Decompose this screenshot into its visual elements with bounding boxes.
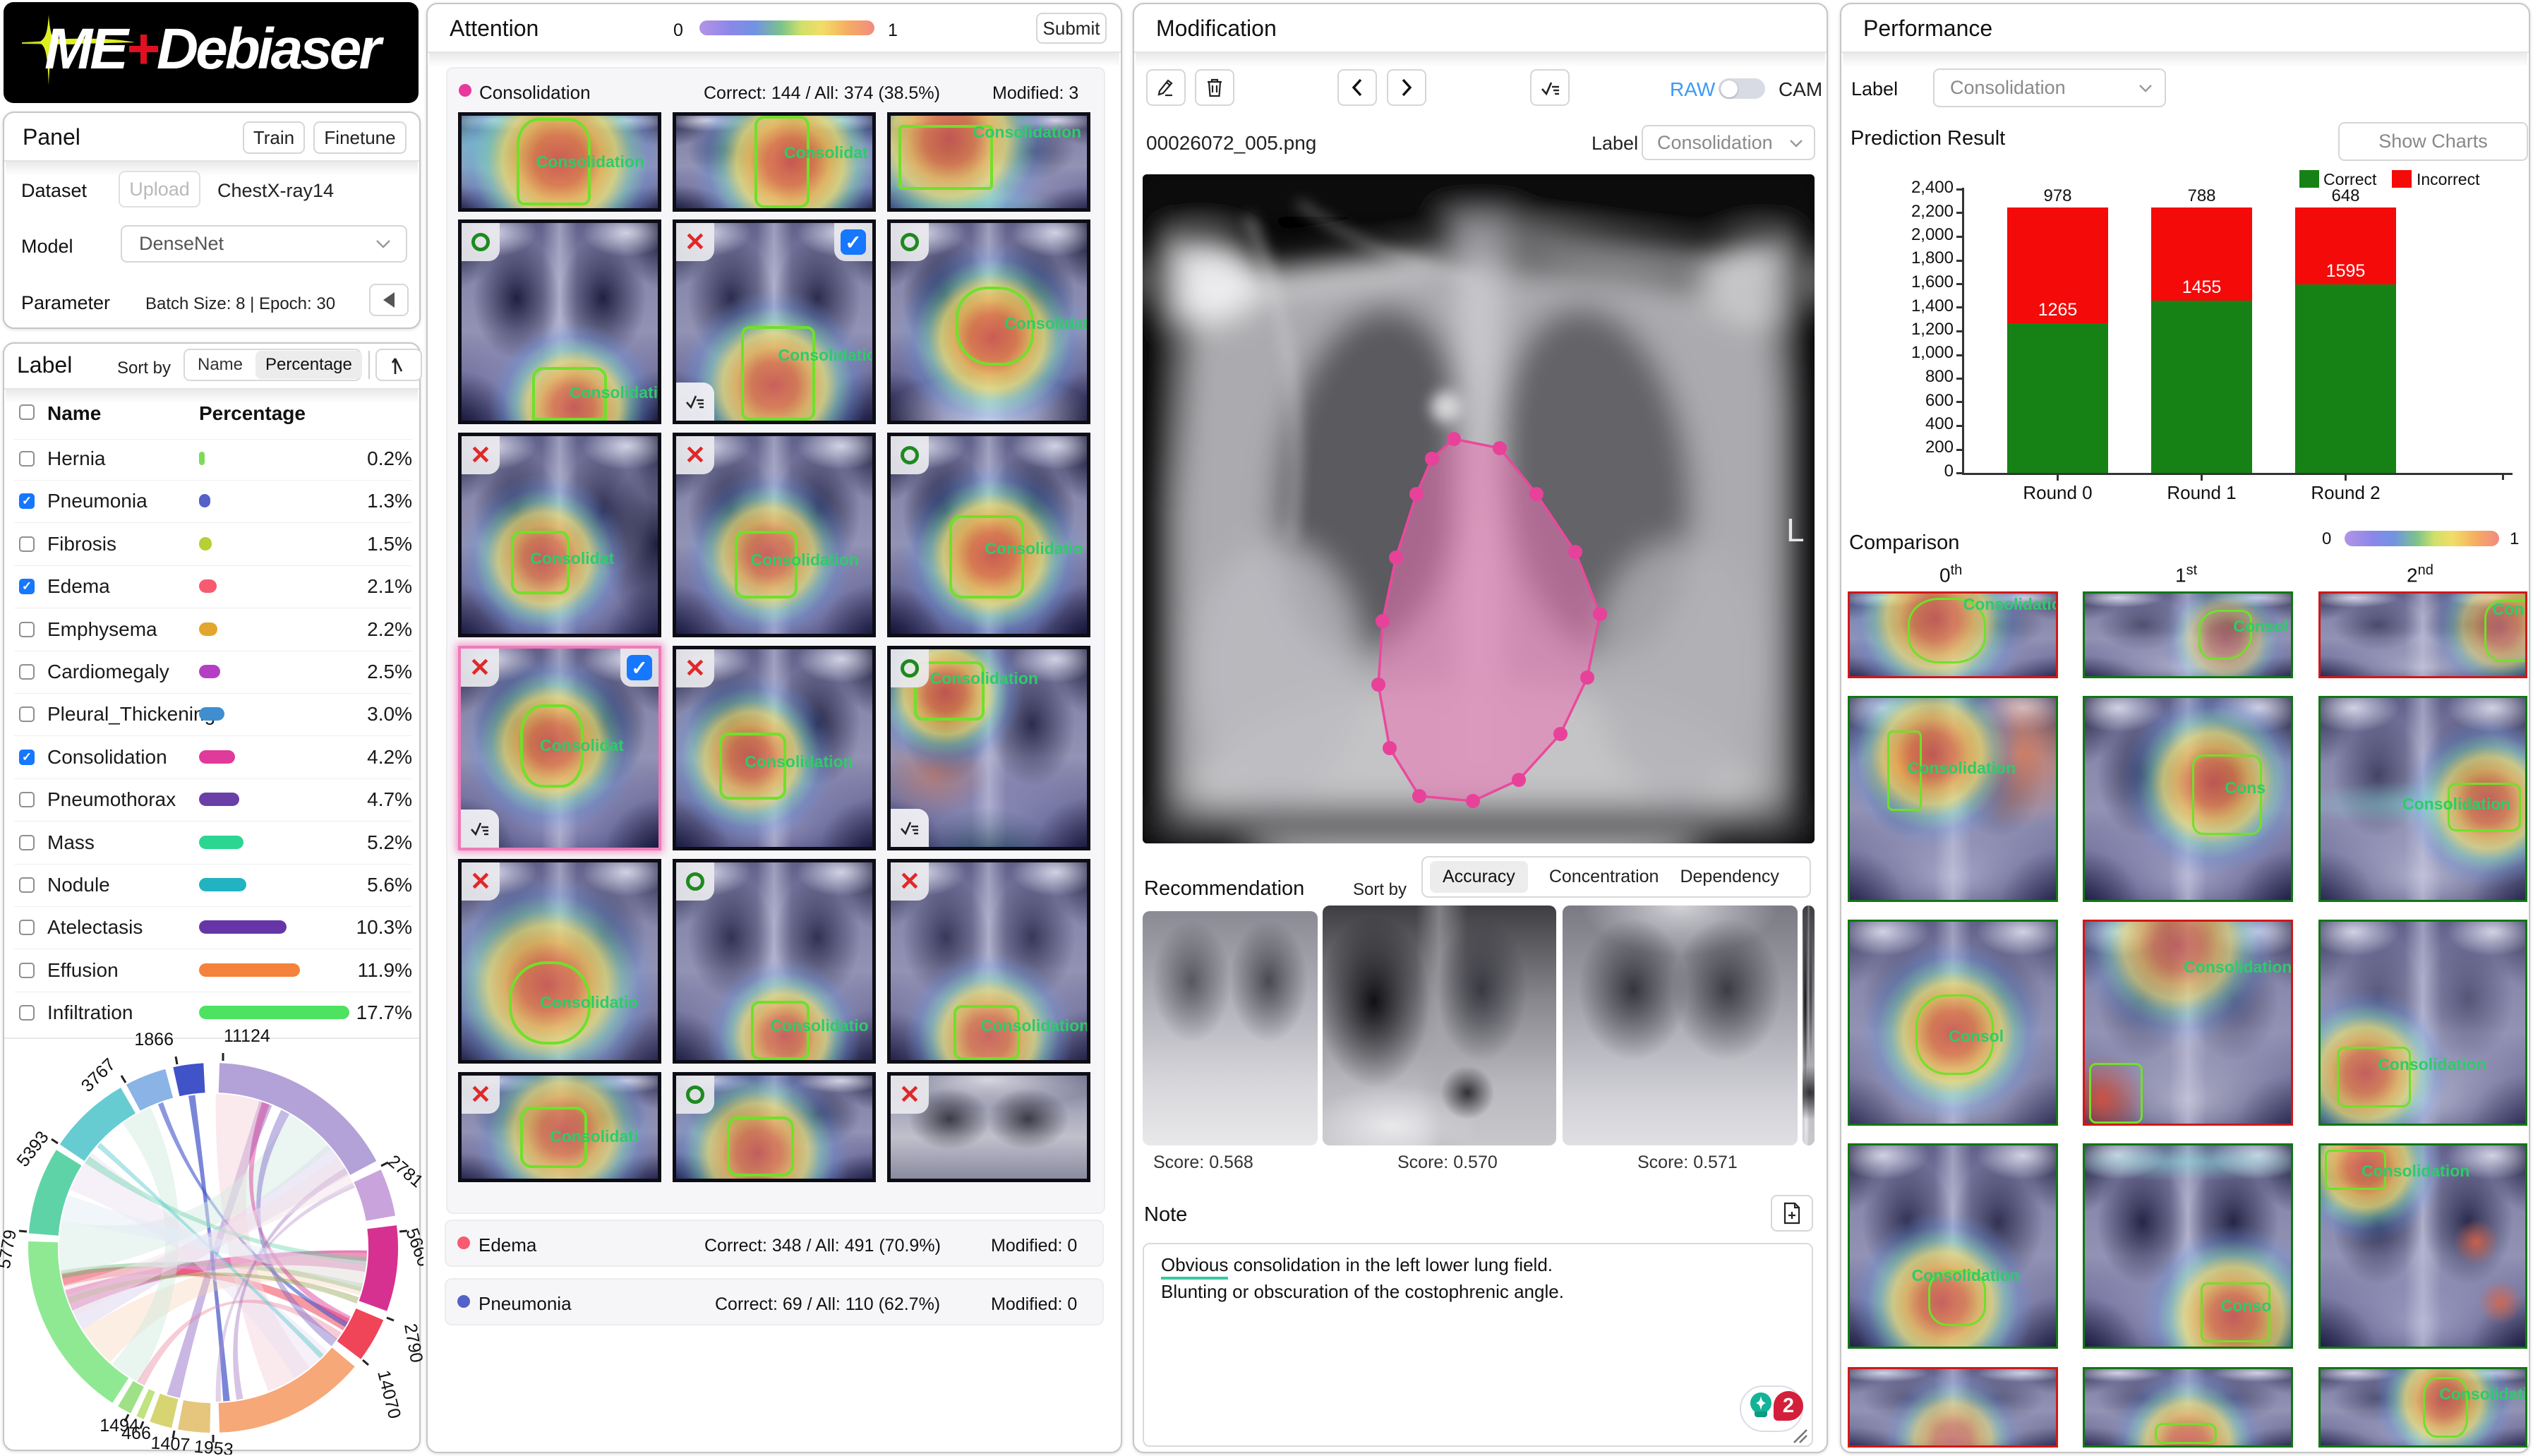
- svg-text:1407: 1407: [150, 1433, 191, 1455]
- svg-text:14070: 14070: [373, 1368, 404, 1421]
- svg-text:5393: 5393: [13, 1127, 52, 1170]
- svg-text:11124: 11124: [224, 1027, 270, 1046]
- svg-text:L: L: [1786, 512, 1805, 548]
- svg-text:1494: 1494: [100, 1416, 139, 1436]
- svg-text:2781: 2781: [384, 1151, 423, 1191]
- svg-text:5660: 5660: [402, 1225, 423, 1269]
- svg-text:1953: 1953: [193, 1437, 234, 1455]
- svg-text:3767: 3767: [78, 1054, 119, 1096]
- svg-text:2790: 2790: [400, 1322, 423, 1364]
- svg-text:5779: 5779: [0, 1228, 20, 1270]
- svg-text:1866: 1866: [134, 1030, 174, 1049]
